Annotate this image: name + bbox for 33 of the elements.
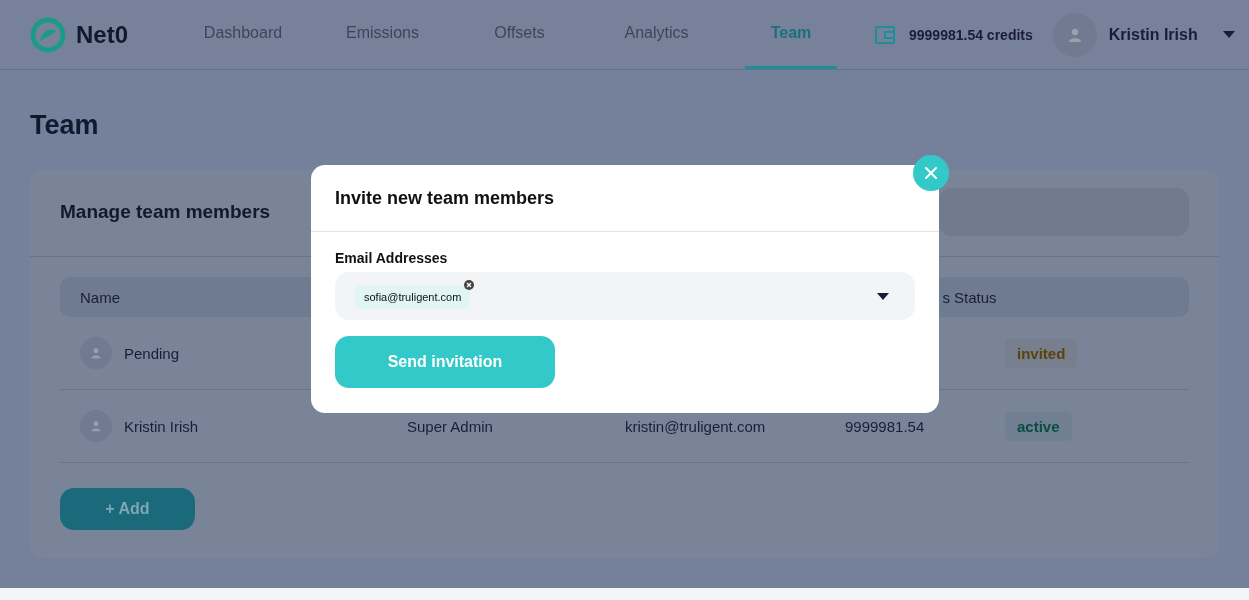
wallet-icon (875, 25, 895, 44)
add-button[interactable]: + Add (60, 488, 195, 530)
close-button[interactable] (913, 155, 949, 191)
card-title: Manage team members (60, 201, 271, 223)
remove-icon[interactable] (464, 280, 475, 290)
credits-balance: 9999981.54 credits (909, 26, 1033, 43)
member-role: Super Admin (407, 417, 493, 435)
member-email: kristin@truligent.com (625, 417, 766, 435)
nav-tab[interactable]: Emissions (314, 0, 451, 69)
logo-icon (30, 16, 66, 53)
send-invitation-button[interactable]: Send invitation (335, 336, 555, 388)
field-label: Email Addresses (335, 250, 449, 266)
email-select-field[interactable]: sofia@truligent.com (335, 272, 915, 320)
nav-tab[interactable]: Dashboard (172, 0, 314, 69)
column-header: s (942, 288, 950, 306)
brand-name: Net0 (76, 20, 129, 49)
status-badge: invited (1005, 338, 1078, 368)
member-name: Kristin Irish (124, 417, 199, 435)
member-credits: 9999981.54 (845, 417, 925, 435)
nav-tab[interactable]: Offsets (451, 0, 588, 69)
dialog-title: Invite new team members (311, 165, 939, 232)
status-badge: active (1005, 411, 1072, 441)
search-field[interactable] (939, 188, 1189, 236)
caret-icon[interactable] (877, 292, 889, 300)
page-title: Team (30, 110, 100, 141)
member-avatar (80, 337, 112, 369)
member-name: Pending (124, 344, 180, 362)
user-name[interactable]: Kristin Irish (1108, 25, 1215, 44)
nav-tab[interactable]: Team (745, 0, 837, 69)
nav-tab[interactable]: Analytics (588, 0, 725, 69)
close-icon (924, 166, 938, 180)
column-header: Status (954, 288, 998, 306)
member-avatar (80, 410, 112, 442)
